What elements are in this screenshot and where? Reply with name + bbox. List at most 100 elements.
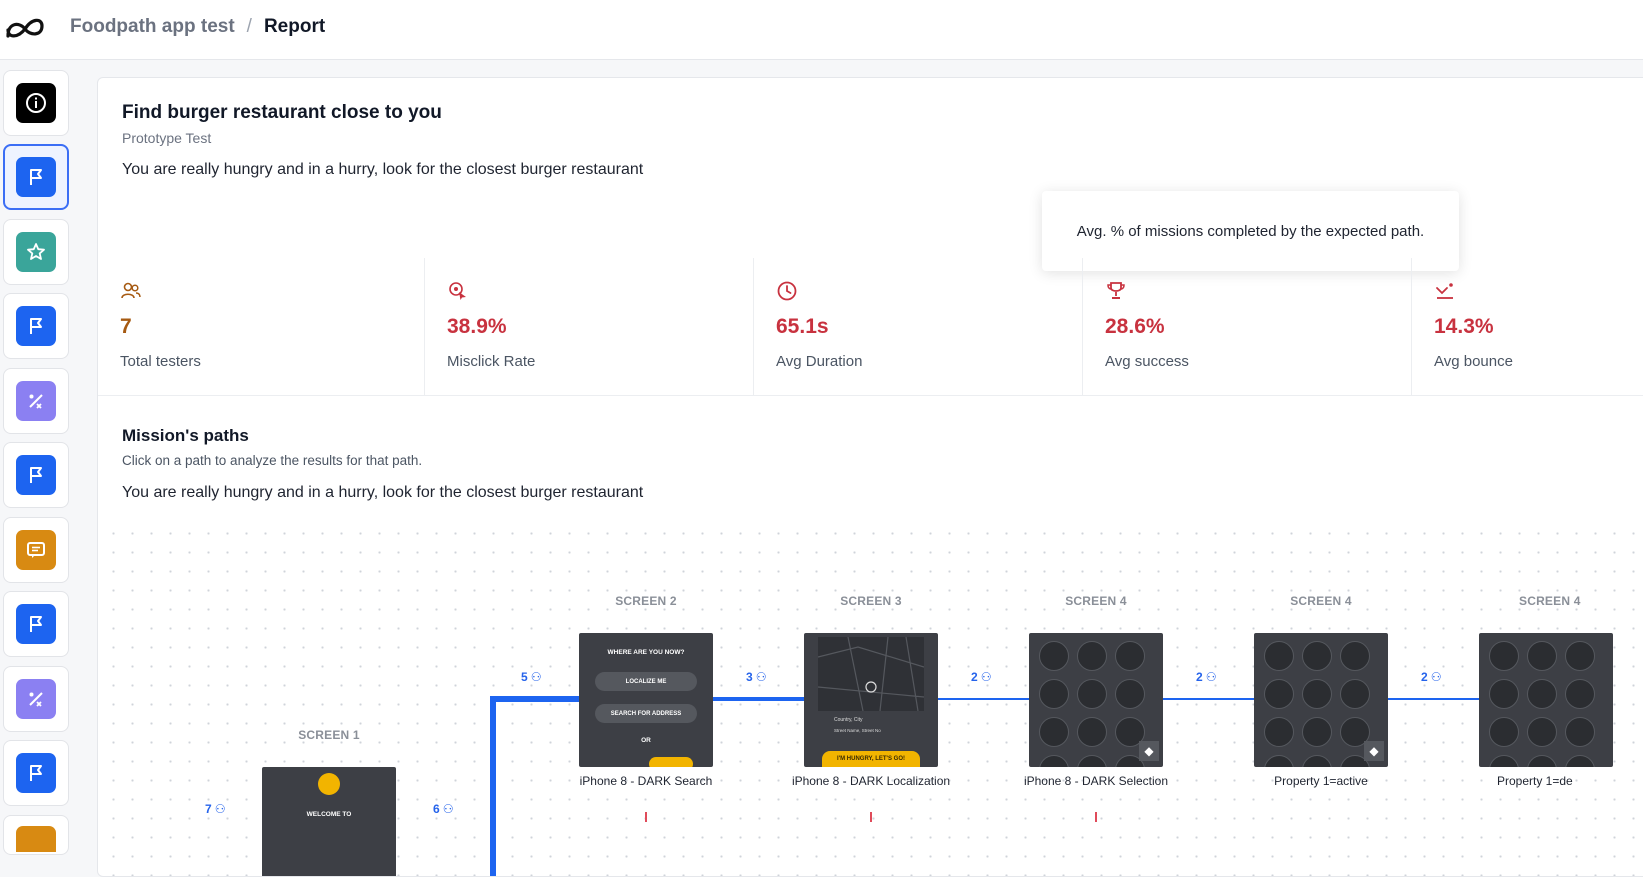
screen-thumbnail[interactable]: WHERE ARE YOU NOW? LOCALIZE ME SEARCH FO…	[579, 633, 713, 767]
sidebar-item-info[interactable]	[3, 70, 69, 136]
users-icon: ⚇	[214, 802, 226, 816]
path-count-value: 6	[433, 802, 440, 816]
screen-caption: Property 1=de	[1497, 774, 1573, 788]
sidebar-item-mission[interactable]	[3, 442, 69, 508]
flow-line[interactable]	[712, 697, 806, 701]
breadcrumb-page: Report	[263, 16, 326, 37]
paths-title: Mission's paths	[122, 426, 249, 445]
screen-thumbnail[interactable]: ◆	[1029, 633, 1163, 767]
stat-value: 38.9%	[447, 315, 507, 338]
sidebar-item-percent[interactable]	[3, 368, 69, 434]
misclick-marker	[870, 812, 872, 822]
stat-avg-bounce: 14.3% Avg bounce	[1412, 258, 1643, 396]
paths-canvas[interactable]: SCREEN 1 SCREEN 2 SCREEN 3 SCREEN 4 SCRE…	[98, 518, 1643, 876]
screen-caption: iPhone 8 - DARK Search	[579, 774, 713, 788]
path-count[interactable]: 7 ⚇	[205, 802, 225, 816]
path-count-value: 7	[205, 802, 212, 816]
screen-thumbnail[interactable]	[1479, 633, 1613, 767]
bounce-icon	[1436, 283, 1453, 299]
sidebar-item-mission[interactable]	[3, 293, 69, 359]
flow-line[interactable]	[938, 698, 1031, 700]
flow-line[interactable]	[1163, 698, 1256, 700]
sidebar-item-rating[interactable]	[3, 219, 69, 285]
path-count[interactable]: 6 ⚇	[433, 802, 453, 816]
sidebar-item-mission[interactable]	[3, 144, 69, 210]
logo-pin-icon	[318, 773, 340, 795]
thumb-text: Street Name, Street No	[834, 728, 881, 733]
food-icon-grid	[1489, 641, 1605, 767]
stat-label: Total testers	[120, 353, 201, 370]
screen-label: SCREEN 1	[298, 728, 360, 742]
screen-label: SCREEN 4	[1290, 594, 1352, 608]
screen-thumbnail[interactable]: WELCOME TO	[262, 767, 396, 876]
stat-label: Avg bounce	[1434, 353, 1513, 370]
screen-label: SCREEN 4	[1065, 594, 1127, 608]
screen-caption: iPhone 8 - DARK Localization	[791, 774, 951, 788]
sidebar-item-mission[interactable]	[3, 740, 69, 806]
component-icon: ◆	[1364, 741, 1384, 761]
trophy-icon	[1107, 282, 1125, 299]
percent-icon	[16, 381, 56, 421]
users-icon: ⚇	[442, 802, 454, 816]
stat-value: 28.6%	[1105, 315, 1165, 338]
sidebar-item-open-question[interactable]	[3, 815, 69, 855]
mission-title: Find burger restaurant close to you	[122, 102, 442, 123]
screen-thumbnail[interactable]: ◆	[1254, 633, 1388, 767]
report-panel: Find burger restaurant close to you Prot…	[97, 77, 1643, 877]
breadcrumb-project[interactable]: Foodpath app test	[70, 16, 235, 38]
sidebar-item-percent[interactable]	[3, 666, 69, 732]
users-icon: ⚇	[1430, 670, 1442, 684]
thumb-text: WELCOME TO	[306, 811, 352, 818]
message-icon	[16, 530, 56, 570]
flow-line[interactable]	[1388, 698, 1481, 700]
flag-icon	[16, 604, 56, 644]
star-icon	[16, 232, 56, 272]
stat-value: 14.3%	[1434, 315, 1494, 338]
misclick-marker	[645, 812, 647, 822]
sidebar-item-mission[interactable]	[3, 591, 69, 657]
stat-avg-duration: 65.1s Avg Duration	[754, 258, 1083, 396]
screen-caption: Property 1=active	[1274, 774, 1368, 788]
breadcrumb: Foodpath app test / Report	[70, 16, 325, 38]
food-icon-grid	[1264, 641, 1380, 767]
path-count[interactable]: 2 ⚇	[1421, 670, 1441, 684]
screen-thumbnail[interactable]: Country, City Street Name, Street No I'M…	[804, 633, 938, 767]
thumb-text: OR	[641, 737, 651, 744]
path-count-value: 2	[971, 670, 978, 684]
flow-line[interactable]	[490, 696, 496, 876]
app-logo-icon[interactable]	[4, 14, 46, 44]
stat-value: 7	[120, 315, 132, 338]
stat-label: Avg success	[1105, 353, 1189, 370]
clock-icon	[777, 281, 797, 301]
message-icon	[16, 826, 56, 852]
path-count-value: 2	[1421, 670, 1428, 684]
info-icon	[16, 83, 56, 123]
path-count[interactable]: 2 ⚇	[971, 670, 991, 684]
stat-value: 65.1s	[776, 315, 829, 338]
thumb-button: I'M HUNGRY, LET'S GO!	[822, 751, 920, 767]
flag-icon	[16, 157, 56, 197]
flag-icon	[16, 306, 56, 346]
users-icon: ⚇	[1205, 670, 1217, 684]
stat-label: Misclick Rate	[447, 353, 536, 370]
path-count[interactable]: 3 ⚇	[746, 670, 766, 684]
screen-label: SCREEN 2	[615, 594, 677, 608]
stats-row: 7 Total testers 38.9% Misclick Rate 65.1…	[98, 258, 1643, 396]
misclick-marker	[1095, 812, 1097, 822]
component-icon: ◆	[1139, 741, 1159, 761]
sidebar-item-open-question[interactable]	[3, 517, 69, 583]
breadcrumb-separator: /	[246, 16, 252, 37]
path-count[interactable]: 5 ⚇	[521, 670, 541, 684]
path-count-value: 5	[521, 670, 528, 684]
sidebar	[0, 60, 78, 869]
flow-line[interactable]	[490, 696, 580, 702]
map-graphic	[818, 637, 924, 711]
path-count[interactable]: 2 ⚇	[1196, 670, 1216, 684]
users-icon: ⚇	[980, 670, 992, 684]
mission-type: Prototype Test	[122, 130, 212, 146]
users-icon: ⚇	[755, 670, 767, 684]
thumb-button: SEARCH FOR ADDRESS	[595, 704, 697, 723]
stat-avg-success: 28.6% Avg success	[1083, 258, 1412, 396]
screen-caption: iPhone 8 - DARK Selection	[1023, 774, 1169, 788]
top-bar: Foodpath app test / Report	[0, 0, 1643, 60]
